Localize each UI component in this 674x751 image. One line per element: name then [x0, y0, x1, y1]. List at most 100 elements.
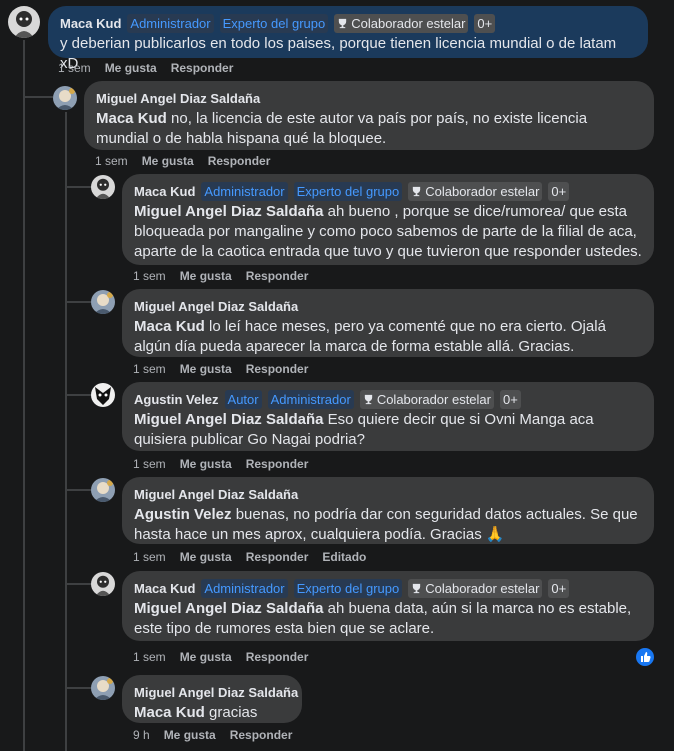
like-button[interactable]: Me gusta [180, 457, 232, 471]
thread-line-main-branch [23, 96, 53, 98]
mention-link[interactable]: Maca Kud [134, 318, 205, 335]
thread-branch [65, 186, 91, 188]
comment-time[interactable]: 1 sem [133, 269, 166, 283]
avatar[interactable] [91, 175, 115, 199]
thread-branch [65, 489, 91, 491]
trophy-icon [339, 18, 347, 28]
count-badge[interactable]: 0+ [474, 13, 496, 33]
star-contributor-badge[interactable]: Colaborador estelar [334, 13, 469, 33]
avatar[interactable] [91, 383, 115, 407]
admin-badge[interactable]: Administrador [201, 181, 288, 201]
star-contributor-badge[interactable]: Colaborador estelar [408, 181, 543, 201]
thread-line-main [23, 40, 25, 751]
trophy-icon [413, 583, 421, 593]
trophy-icon [413, 186, 421, 196]
star-badge-label: Colaborador estelar [425, 580, 540, 596]
star-contributor-badge[interactable]: Colaborador estelar [408, 578, 543, 598]
comment-text: gracias [204, 704, 258, 721]
thread-branch [65, 583, 91, 585]
like-button[interactable]: Me gusta [142, 154, 194, 168]
like-reaction-icon[interactable] [634, 646, 656, 668]
mention-link[interactable]: Miguel Angel Diaz Saldaña [134, 203, 323, 220]
comment-actions: 1 sem Me gusta Responder [133, 269, 322, 283]
reply-button[interactable]: Responder [246, 269, 309, 283]
comment-bubble: Miguel Angel Diaz Saldaña Agustin Velez … [122, 477, 654, 544]
reply-button[interactable]: Responder [230, 728, 293, 742]
comment-time[interactable]: 1 sem [58, 61, 91, 75]
expert-badge[interactable]: Experto del grupo [293, 578, 403, 598]
comment-time[interactable]: 1 sem [133, 457, 166, 471]
thread-branch [65, 687, 91, 689]
comment-bubble: Maca Kud Administrador Experto del grupo… [122, 571, 654, 641]
edited-label[interactable]: Editado [322, 550, 366, 564]
comment-time[interactable]: 1 sem [133, 550, 166, 564]
mention-link[interactable]: Miguel Angel Diaz Saldaña [134, 600, 323, 617]
mention-link[interactable]: Miguel Angel Diaz Saldaña [134, 411, 323, 428]
avatar[interactable] [8, 6, 40, 38]
avatar[interactable] [91, 478, 115, 502]
reply-button[interactable]: Responder [208, 154, 271, 168]
like-button[interactable]: Me gusta [164, 728, 216, 742]
comment-author[interactable]: Miguel Angel Diaz Saldaña [134, 299, 298, 314]
like-button[interactable]: Me gusta [180, 362, 232, 376]
like-button[interactable]: Me gusta [180, 650, 232, 664]
reply-button[interactable]: Responder [246, 457, 309, 471]
comment-actions: 1 sem Me gusta Responder [133, 650, 322, 664]
like-button[interactable]: Me gusta [180, 550, 232, 564]
reply-button[interactable]: Responder [246, 362, 309, 376]
reply-button[interactable]: Responder [171, 61, 234, 75]
reply-button[interactable]: Responder [246, 650, 309, 664]
comment-actions: 1 sem Me gusta Responder [95, 154, 284, 168]
comment-bubble: Maca Kud Administrador Experto del grupo… [48, 6, 648, 72]
comment-bubble: Maca Kud Administrador Experto del grupo… [122, 174, 654, 265]
comment-time[interactable]: 1 sem [133, 650, 166, 664]
comment-actions: 1 sem Me gusta Responder [133, 457, 322, 471]
star-contributor-badge[interactable]: Colaborador estelar [359, 389, 494, 409]
mention-link[interactable]: Agustin Velez [134, 506, 232, 523]
admin-badge[interactable]: Administrador [267, 389, 354, 409]
comment-actions: 1 sem Me gusta Responder [58, 61, 247, 75]
comment-time[interactable]: 1 sem [95, 154, 128, 168]
thread-branch [65, 394, 91, 396]
count-badge[interactable]: 0+ [500, 389, 521, 409]
comment-author[interactable]: Maca Kud [60, 16, 121, 31]
comment-time[interactable]: 1 sem [133, 362, 166, 376]
count-badge[interactable]: 0+ [548, 181, 570, 201]
like-button[interactable]: Me gusta [105, 61, 157, 75]
avatar[interactable] [53, 86, 77, 110]
thread-line-reply [65, 112, 67, 751]
reply-button[interactable]: Responder [246, 550, 309, 564]
mention-link[interactable]: Maca Kud [134, 704, 205, 721]
author-badge[interactable]: Autor [224, 389, 262, 409]
comment-bubble: Miguel Angel Diaz Saldaña Maca Kud lo le… [122, 289, 654, 357]
admin-badge[interactable]: Administrador [201, 578, 288, 598]
comment-actions: 1 sem Me gusta Responder Editado [133, 550, 380, 564]
admin-badge[interactable]: Administrador [127, 13, 214, 33]
comment-author[interactable]: Agustin Velez [134, 392, 219, 407]
comment-author[interactable]: Miguel Angel Diaz Saldaña [96, 91, 260, 106]
comment-author[interactable]: Maca Kud [134, 581, 195, 596]
expert-badge[interactable]: Experto del grupo [219, 13, 329, 33]
avatar[interactable] [91, 572, 115, 596]
avatar[interactable] [91, 676, 115, 700]
comment-author[interactable]: Maca Kud [134, 184, 195, 199]
comment-time[interactable]: 9 h [133, 728, 150, 742]
comment-bubble: Miguel Angel Diaz Saldaña Maca Kud graci… [122, 675, 302, 723]
star-badge-label: Colaborador estelar [425, 183, 540, 199]
like-button[interactable]: Me gusta [180, 269, 232, 283]
star-badge-label: Colaborador estelar [376, 391, 491, 407]
thread-branch [65, 301, 91, 303]
comment-actions: 9 h Me gusta Responder [133, 728, 306, 742]
mention-link[interactable]: Maca Kud [96, 110, 167, 127]
comment-bubble: Agustin Velez Autor Administrador Colabo… [122, 382, 654, 451]
comment-author[interactable]: Miguel Angel Diaz Saldaña [134, 487, 298, 502]
comment-bubble: Miguel Angel Diaz Saldaña Maca Kud no, l… [84, 81, 654, 150]
expert-badge[interactable]: Experto del grupo [293, 181, 403, 201]
avatar[interactable] [91, 290, 115, 314]
comment-text: lo leí hace meses, pero ya comenté que n… [134, 318, 606, 355]
comment-actions: 1 sem Me gusta Responder [133, 362, 322, 376]
trophy-icon [364, 394, 372, 404]
count-badge[interactable]: 0+ [548, 578, 570, 598]
star-badge-label: Colaborador estelar [351, 15, 466, 31]
comment-author[interactable]: Miguel Angel Diaz Saldaña [134, 685, 298, 700]
